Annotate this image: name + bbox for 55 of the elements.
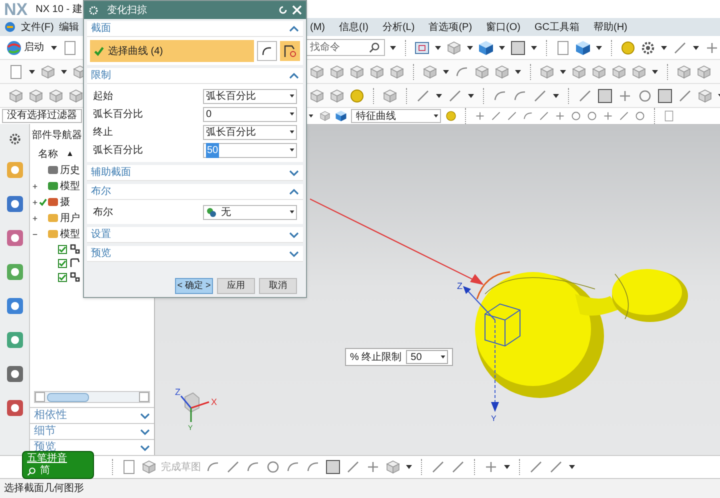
value-dropdown[interactable]: 弧长百分比 [203, 88, 297, 104]
navigator-panel-header[interactable]: 细节 [30, 423, 154, 439]
section-header[interactable]: 截面 [87, 21, 303, 37]
section-header[interactable]: 限制 [87, 68, 303, 84]
axis-label: Z [175, 387, 180, 397]
sort-indicator[interactable]: ▲ [66, 148, 74, 160]
tree-item[interactable]: 模型 [60, 226, 80, 242]
menu-item[interactable]: 分析(L) [382, 20, 415, 34]
tree-item[interactable]: 摄 [60, 194, 70, 210]
dialog-button[interactable]: < 确定 > [175, 278, 213, 294]
field-label: 弧长百分比 [93, 144, 144, 158]
dialog-button[interactable]: 应用 [217, 278, 255, 294]
menu-item[interactable]: 帮助(H) [593, 20, 628, 34]
input-method-bar[interactable]: 五笔拼音 简 [22, 451, 94, 479]
start-button[interactable]: 启动 [4, 38, 46, 58]
tree-item[interactable]: 模型 [60, 178, 80, 194]
input-mode-label[interactable]: 简 [40, 465, 50, 477]
section-header[interactable]: 布尔 [87, 184, 303, 200]
section-header[interactable]: 预览 [87, 246, 303, 262]
dialog-button[interactable]: 取消 [259, 278, 297, 294]
axis-label: X [211, 397, 218, 407]
menu-item[interactable]: 窗口(O) [486, 20, 520, 34]
menu-item[interactable]: 文件(F) [21, 20, 54, 34]
value-dropdown[interactable]: 弧长百分比 [203, 124, 297, 140]
select-curve-row[interactable]: 选择曲线 (4) [90, 40, 254, 62]
menu-item[interactable]: 信息(I) [339, 20, 368, 34]
section-header[interactable]: 设置 [87, 227, 303, 243]
dimension-label: % 终止限制 [350, 350, 402, 364]
menu-item[interactable]: GC工具箱 [534, 20, 580, 34]
field-label: 起始 [93, 90, 114, 104]
window-title: NX 10 - 建 [36, 2, 82, 16]
status-message: 选择截面几何图形 [4, 482, 84, 496]
navigator-title: 部件导航器 [32, 128, 82, 142]
value-dropdown[interactable]: 0 [203, 106, 297, 122]
app-logo: NX [4, 0, 28, 18]
tree-item[interactable]: 历史 [60, 162, 80, 178]
tree-item[interactable]: 用户 [60, 210, 80, 226]
field-label: 弧长百分比 [93, 108, 144, 122]
input-method-name[interactable]: 五笔拼音 [27, 453, 89, 465]
dialog-title: 变化扫掠 [107, 4, 147, 18]
command-search-field[interactable]: 找命令 [305, 39, 385, 56]
selection-filter-dropdown[interactable]: 没有选择过滤器 [2, 109, 82, 123]
curve-rule-dropdown[interactable]: 特征曲线 [351, 109, 441, 123]
axis-label: Z [457, 281, 462, 291]
dimension-value-field[interactable]: 50 [406, 350, 448, 364]
navigator-panel-header[interactable]: 相依性 [30, 407, 154, 423]
menu-item[interactable]: 编辑 [58, 20, 79, 34]
menu-item[interactable]: 首选项(P) [428, 20, 472, 34]
section-header[interactable]: 辅助截面 [87, 165, 303, 181]
field-label: 布尔 [93, 206, 114, 220]
menu-item[interactable]: (M) [310, 20, 325, 34]
axis-label: Y [491, 414, 496, 423]
field-label: 终止 [93, 126, 114, 140]
column-header[interactable]: 名称 [38, 146, 58, 162]
value-dropdown[interactable]: 无 [203, 204, 297, 220]
